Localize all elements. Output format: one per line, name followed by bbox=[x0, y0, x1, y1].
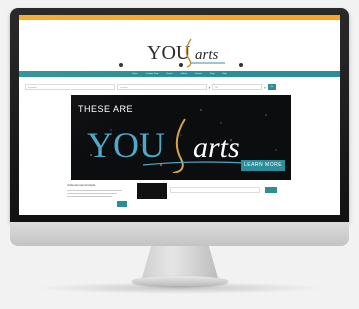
recommend-card-title: 4 Recommend Cards bbox=[67, 183, 96, 187]
recommend-card-button[interactable] bbox=[117, 201, 127, 207]
twitter-icon[interactable] bbox=[179, 63, 183, 67]
monitor-chin bbox=[10, 222, 349, 246]
nav-item-home[interactable]: Home bbox=[132, 73, 137, 75]
lower-content: 4 Recommend Cards bbox=[67, 183, 307, 213]
main-nav: Home Creative Team Events Gallery Contac… bbox=[19, 71, 340, 77]
text-line bbox=[67, 193, 117, 194]
search-button[interactable]: Go bbox=[267, 84, 276, 90]
nav-item-events[interactable]: Events bbox=[167, 73, 173, 75]
promo-thumbnail[interactable] bbox=[137, 183, 167, 199]
logo-arts-text: arts bbox=[195, 47, 219, 63]
learn-more-button[interactable]: LEARN MORE bbox=[241, 160, 285, 171]
monitor-stand-base bbox=[132, 276, 228, 286]
category-icon: ▪ bbox=[209, 84, 211, 90]
hero-arts-text: arts bbox=[193, 131, 240, 164]
hero-swirl bbox=[172, 118, 186, 173]
logo-you-text: YOU bbox=[147, 42, 191, 64]
location-field[interactable]: Location bbox=[117, 84, 207, 90]
newsletter-submit-button[interactable] bbox=[265, 187, 277, 193]
monitor-stand bbox=[142, 246, 218, 278]
hero-you-text: YOU bbox=[87, 125, 165, 165]
nav-item-shop[interactable]: Shop bbox=[210, 73, 215, 75]
instagram-icon[interactable] bbox=[239, 63, 243, 67]
nav-item-blog[interactable]: Blog bbox=[223, 73, 227, 75]
text-line bbox=[67, 196, 112, 197]
filter-icon: ▪ bbox=[264, 84, 266, 90]
text-line bbox=[67, 190, 122, 191]
recommend-card: 4 Recommend Cards bbox=[67, 183, 129, 209]
nav-item-contact[interactable]: Contact bbox=[195, 73, 202, 75]
nav-item-creative-team[interactable]: Creative Team bbox=[146, 73, 159, 75]
category-select[interactable]: All bbox=[212, 84, 263, 90]
keywords-field[interactable]: Keywords bbox=[25, 84, 115, 90]
website-screen: YOU arts Home Creative Team Events Galle… bbox=[19, 15, 340, 215]
header-utility-row bbox=[119, 62, 243, 68]
newsletter-input[interactable] bbox=[170, 187, 260, 193]
hero-banner: THESE ARE YOU arts LEARN MORE bbox=[71, 95, 291, 180]
search-bar: Keywords Location ▪ All ▪ Go bbox=[25, 82, 334, 92]
facebook-icon[interactable] bbox=[119, 63, 123, 67]
top-bar bbox=[19, 15, 340, 20]
nav-item-gallery[interactable]: Gallery bbox=[181, 73, 187, 75]
